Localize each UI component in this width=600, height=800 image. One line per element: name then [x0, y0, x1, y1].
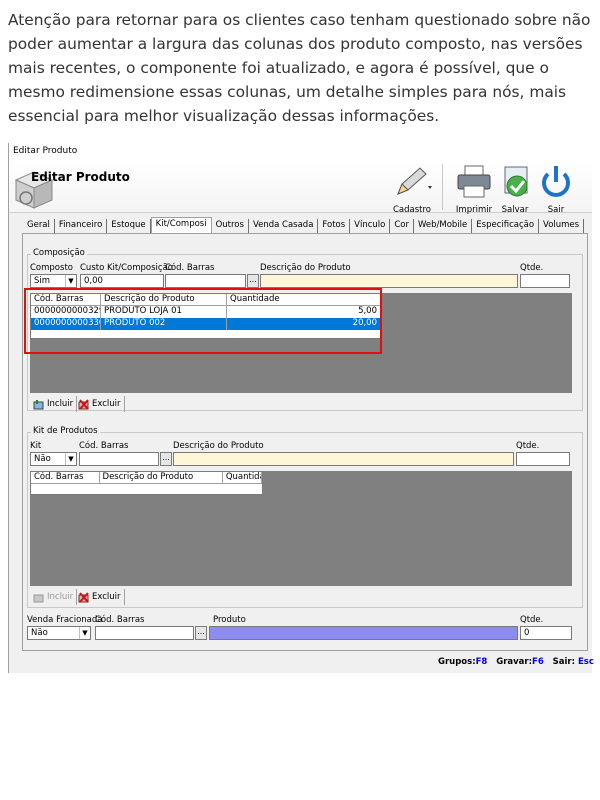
- kit-cod-barras-label: Cód. Barras: [79, 441, 129, 451]
- kit-label: Kit: [30, 441, 42, 451]
- kit-incluir-label: Incluir: [47, 592, 74, 602]
- produto-label: Produto: [213, 615, 246, 625]
- kit-grid-area: Cód. Barras Descrição do Produto Quantid…: [30, 471, 572, 586]
- kit-search-ellipsis-button[interactable]: ...: [160, 452, 172, 466]
- tab-strip: Geral Financeiro Estoque Kit/Composi Out…: [23, 217, 585, 234]
- window-header: Editar Produto Cadastro Imprimir Salvar …: [9, 160, 592, 215]
- incluir-button[interactable]: Incluir: [30, 396, 78, 412]
- incluir-label: Incluir: [47, 399, 74, 409]
- composto-select[interactable]: Sim ▼: [30, 274, 77, 288]
- tab-geral[interactable]: Geral: [23, 219, 55, 234]
- cod-barras-label: Cód. Barras: [165, 263, 215, 273]
- kit-descricao-input[interactable]: [173, 452, 514, 466]
- chevron-down-icon[interactable]: ▼: [79, 627, 90, 639]
- custo-input[interactable]: 0,00: [80, 274, 164, 288]
- gravar-shortcut-label: Gravar:: [496, 657, 533, 667]
- kit-group: Kit de Produtos Kit Cód. Barras Descriçã…: [27, 426, 583, 608]
- gravar-shortcut-key: F6: [532, 657, 544, 667]
- delete-icon: [78, 398, 89, 410]
- kit-value: Não: [34, 454, 51, 464]
- venda-search-ellipsis-button[interactable]: ...: [195, 626, 207, 640]
- venda-cod-barras-input[interactable]: [95, 626, 194, 640]
- kit-cod-barras-input[interactable]: [79, 452, 159, 466]
- venda-fracionada-select[interactable]: Não ▼: [27, 626, 91, 640]
- kit-select[interactable]: Não ▼: [30, 452, 77, 466]
- sair-button[interactable]: Sair: [536, 164, 576, 215]
- add-item-icon: [33, 399, 44, 409]
- excluir-label: Excluir: [92, 399, 121, 409]
- tab-kit-composicao[interactable]: Kit/Composi: [150, 217, 212, 233]
- venda-fracionada-label: Venda Fracionada: [27, 615, 103, 625]
- kit-grid-header: Cód. Barras Descrição do Produto Quantid…: [31, 472, 263, 484]
- qtde-label: Qtde.: [520, 263, 544, 273]
- chevron-down-icon[interactable]: ▼: [65, 453, 76, 465]
- chevron-down-icon[interactable]: ▼: [65, 275, 76, 287]
- imprimir-button[interactable]: Imprimir: [454, 164, 494, 215]
- tab-volumes[interactable]: Volumes: [539, 219, 585, 234]
- tab-outros[interactable]: Outros: [212, 219, 249, 234]
- custo-label: Custo Kit/Composição: [80, 263, 174, 273]
- kit-col-descricao[interactable]: Descrição do Produto: [100, 472, 223, 483]
- salvar-button[interactable]: Salvar: [495, 164, 535, 215]
- power-icon: [542, 166, 570, 197]
- kit-legend: Kit de Produtos: [31, 426, 100, 436]
- kit-col-quantidade[interactable]: Quantidac: [223, 472, 263, 483]
- grupos-shortcut-label: Grupos:: [438, 657, 476, 667]
- tab-estoque[interactable]: Estoque: [107, 219, 151, 234]
- printer-icon: [457, 165, 491, 198]
- sair-label: Sair: [547, 205, 565, 215]
- qtde-input[interactable]: [520, 274, 570, 288]
- kit-grid[interactable]: Cód. Barras Descrição do Produto Quantid…: [30, 471, 263, 495]
- search-ellipsis-button[interactable]: ...: [247, 274, 259, 288]
- produto-input[interactable]: [209, 626, 518, 640]
- kit-qtde-input[interactable]: [516, 452, 570, 466]
- edit-pencil-icon: [397, 167, 432, 195]
- grupos-shortcut-key: F8: [475, 657, 488, 667]
- excluir-button[interactable]: Excluir: [75, 396, 125, 412]
- save-check-icon: [504, 166, 528, 197]
- venda-qtde-input[interactable]: 0: [520, 626, 572, 640]
- composto-label: Composto: [30, 263, 73, 273]
- cod-barras-input[interactable]: [165, 274, 246, 288]
- descricao-label: Descrição do Produto: [260, 263, 351, 273]
- kit-qtde-label: Qtde.: [516, 441, 540, 451]
- cadastro-button[interactable]: Cadastro: [392, 164, 432, 215]
- composto-value: Sim: [34, 276, 51, 286]
- window-titlebar: Editar Produto: [9, 143, 592, 160]
- cadastro-label: Cadastro: [392, 205, 432, 215]
- tab-web-mobile[interactable]: Web/Mobile: [414, 219, 473, 234]
- descricao-input[interactable]: [260, 274, 518, 288]
- tab-especificacao[interactable]: Especificação: [472, 219, 540, 234]
- add-item-icon: [33, 594, 44, 602]
- kit-excluir-label: Excluir: [92, 592, 121, 602]
- note-text: Atenção para retornar para os clientes c…: [8, 11, 591, 125]
- kit-descricao-label: Descrição do Produto: [173, 441, 264, 451]
- sair-shortcut-key: Esc: [577, 657, 594, 667]
- salvar-label: Salvar: [501, 205, 529, 215]
- imprimir-label: Imprimir: [455, 205, 493, 215]
- venda-cod-barras-label: Cód. Barras: [95, 615, 145, 625]
- kit-incluir-button[interactable]: Incluir: [30, 589, 78, 605]
- highlight-box: [24, 288, 382, 354]
- venda-qtde-label: Qtde.: [520, 615, 544, 625]
- tab-cor[interactable]: Cor: [390, 219, 414, 234]
- tab-venda-casada[interactable]: Venda Casada: [249, 219, 319, 234]
- kit-excluir-button[interactable]: Excluir: [75, 589, 125, 605]
- delete-icon: [78, 591, 89, 603]
- composicao-legend: Composição: [31, 248, 87, 258]
- venda-fracionada-value: Não: [31, 628, 48, 638]
- tab-fotos[interactable]: Fotos: [318, 219, 351, 234]
- sair-shortcut-label: Sair:: [552, 657, 576, 667]
- toolbar-separator: [442, 164, 443, 210]
- tab-vinculo[interactable]: Vínculo: [350, 219, 391, 234]
- form-heading: Editar Produto: [31, 170, 130, 184]
- tab-financeiro[interactable]: Financeiro: [55, 219, 108, 234]
- status-bar: Grupos:F8 Gravar:F6 Sair: Esc: [438, 657, 594, 667]
- kit-col-cod-barras[interactable]: Cód. Barras: [31, 472, 100, 483]
- editar-produto-window: Editar Produto Editar Produto Cadastro I…: [8, 143, 592, 673]
